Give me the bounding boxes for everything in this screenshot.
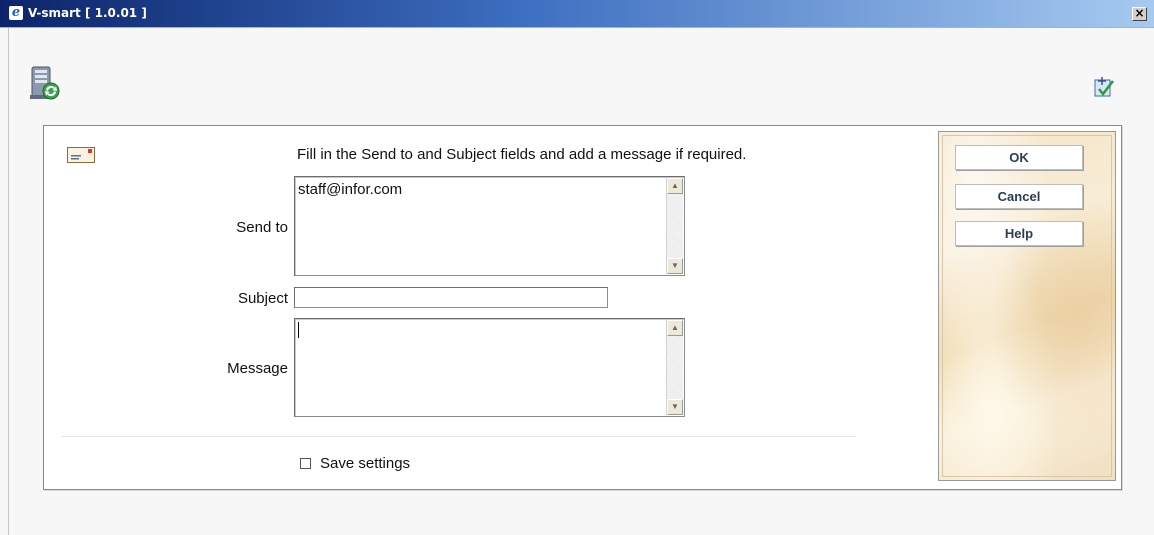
scroll-down-arrow-icon[interactable]: ▼ [667, 399, 683, 415]
text-caret [298, 322, 299, 338]
server-sync-icon[interactable] [27, 65, 61, 101]
close-button[interactable]: × [1132, 7, 1147, 21]
cancel-button[interactable]: Cancel [955, 184, 1083, 209]
envelope-icon [67, 147, 95, 163]
scroll-down-arrow-icon[interactable]: ▼ [667, 258, 683, 274]
window-frame-edge [8, 28, 9, 535]
subject-label: Subject [237, 290, 288, 307]
save-settings-label[interactable]: Save settings [320, 455, 410, 472]
process-check-icon[interactable] [1094, 76, 1116, 98]
subject-field[interactable] [294, 287, 608, 308]
scroll-up-arrow-icon[interactable]: ▲ [667, 320, 683, 336]
message-label: Message [227, 360, 288, 377]
send-to-label: Send to [236, 219, 288, 236]
action-button-panel: OK Cancel Help [938, 131, 1116, 481]
send-to-value: staff@infor.com [298, 181, 403, 198]
window-title: V-smart [ 1.0.01 ] [28, 6, 147, 20]
divider [61, 436, 856, 437]
send-to-scrollbar[interactable]: ▲ ▼ [666, 178, 683, 274]
instruction-text: Fill in the Send to and Subject fields a… [297, 146, 747, 163]
scroll-up-arrow-icon[interactable]: ▲ [667, 178, 683, 194]
message-scrollbar[interactable]: ▲ ▼ [666, 320, 683, 415]
title-bar: e V-smart [ 1.0.01 ] × [0, 0, 1154, 28]
save-settings-checkbox[interactable] [300, 458, 311, 469]
send-to-field[interactable]: staff@infor.com ▲ ▼ [294, 176, 685, 276]
message-field[interactable]: ▲ ▼ [294, 318, 685, 417]
ok-button[interactable]: OK [955, 145, 1083, 170]
browser-icon: e [9, 6, 23, 20]
help-button[interactable]: Help [955, 221, 1083, 246]
